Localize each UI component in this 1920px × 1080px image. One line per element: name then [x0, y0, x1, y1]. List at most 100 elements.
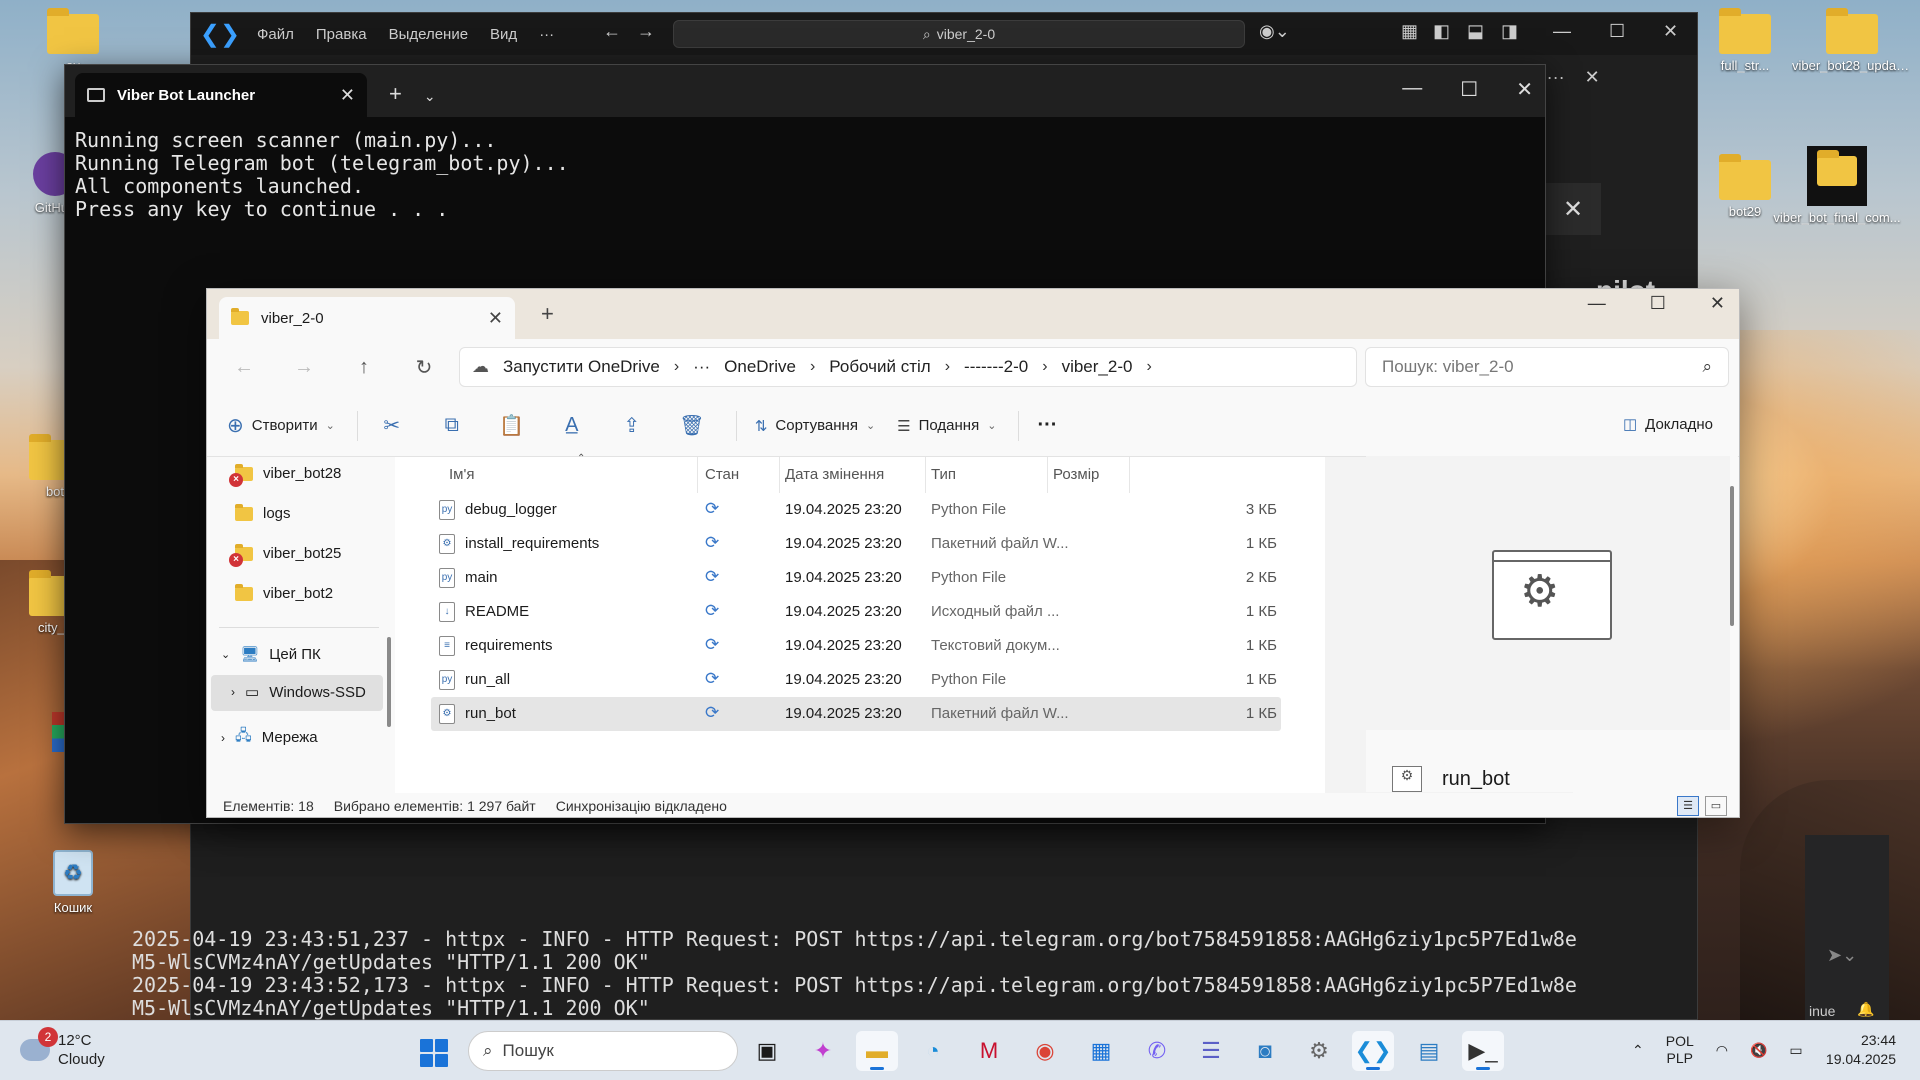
sidebar-item-viber-bot2[interactable]: viber_bot2	[235, 583, 333, 602]
search-input[interactable]: Пошук: viber_2-0 ⌕	[1365, 347, 1729, 387]
terminal-output[interactable]: Running screen scanner (main.py)... Runni…	[65, 117, 1545, 233]
forward-arrow-icon[interactable]: →	[281, 356, 327, 379]
explorer-tab[interactable]: viber_2-0 ✕	[219, 297, 515, 339]
more-options-button[interactable]: ···	[1037, 414, 1057, 437]
copilot-icon[interactable]: ◉⌄	[1259, 21, 1290, 42]
clock[interactable]: 23:44 19.04.2025	[1826, 1031, 1896, 1069]
view-button[interactable]: ☰ Подання ⌄	[897, 417, 996, 435]
close-icon[interactable]: ✕	[1710, 293, 1725, 314]
start-button[interactable]	[420, 1039, 448, 1067]
task-view-icon[interactable]: ▣	[746, 1031, 788, 1071]
scrollbar[interactable]	[387, 637, 391, 727]
chat-input-area[interactable]: ➤⌄ inue 🔔	[1805, 835, 1889, 1031]
paste-icon[interactable]: 📋	[496, 410, 528, 442]
column-status[interactable]: Стан	[705, 466, 739, 483]
copilot-app-icon[interactable]: ✦	[802, 1031, 844, 1071]
onedrive-launch-link[interactable]: Запустити OneDrive	[503, 357, 660, 377]
more-icon[interactable]: ···	[1547, 67, 1565, 88]
vscode-command-center[interactable]: ⌕ viber_2-0	[673, 20, 1245, 48]
navigation-pane[interactable]: × viber_bot28 logs × viber_bot25 viber_b…	[207, 457, 395, 793]
file-list[interactable]: Ім'я ⌃ Стан Дата змінення Тип Розмір py …	[395, 453, 1325, 793]
chevron-right-icon[interactable]: ›	[945, 358, 950, 376]
breadcrumb-desktop[interactable]: Робочий стіл	[829, 357, 930, 377]
tiles-view-icon[interactable]: ▭	[1705, 796, 1727, 816]
chevron-right-icon[interactable]: ›	[221, 731, 225, 745]
table-row[interactable]: py run_all ⟳ 19.04.2025 23:20 Python Fil…	[431, 663, 1281, 697]
scrollbar[interactable]	[1730, 486, 1734, 626]
weather-widget[interactable]: 2 12°C Cloudy	[20, 1027, 105, 1069]
menu-more[interactable]: ···	[539, 26, 554, 43]
rename-icon[interactable]: A̲	[556, 410, 588, 442]
sidebar-item-windows-ssd[interactable]: › ▭ Windows-SSD	[231, 683, 366, 702]
column-size[interactable]: Розмір	[1053, 466, 1099, 483]
wifi-icon[interactable]: ◠	[1716, 1042, 1728, 1059]
terminal-app-icon[interactable]: ▶_	[1462, 1031, 1504, 1071]
table-row[interactable]: py debug_logger ⟳ 19.04.2025 23:20 Pytho…	[431, 493, 1281, 527]
details-view-icon[interactable]: ☰	[1677, 796, 1699, 816]
breadcrumb-onedrive[interactable]: OneDrive	[724, 357, 796, 377]
speaker-muted-icon[interactable]: 🔇	[1750, 1042, 1767, 1059]
bell-icon[interactable]: 🔔	[1857, 1001, 1874, 1018]
table-row[interactable]: ⚙ install_requirements ⟳ 19.04.2025 23:2…	[431, 527, 1281, 561]
chevron-up-icon[interactable]: ⌃	[1632, 1042, 1644, 1059]
table-row-selected[interactable]: ⚙ run_bot ⟳ 19.04.2025 23:20 Пакетний фа…	[431, 697, 1281, 731]
chevron-down-icon[interactable]: ⌄	[424, 88, 436, 105]
breadcrumb[interactable]: ☁ Запустити OneDrive › ··· OneDrive › Ро…	[459, 347, 1357, 387]
maximize-icon[interactable]: ☐	[1650, 293, 1666, 314]
forward-arrow-icon[interactable]: →	[637, 21, 655, 42]
table-row[interactable]: ↓ README ⟳ 19.04.2025 23:20 Исходный фай…	[431, 595, 1281, 629]
copy-icon[interactable]: ⧉	[436, 410, 468, 442]
sidebar-item-viber-bot28[interactable]: × viber_bot28	[229, 463, 341, 487]
close-icon[interactable]: ✕	[1663, 21, 1678, 42]
chevron-right-icon[interactable]: ›	[1042, 358, 1047, 376]
details-pane-button[interactable]: ◫ Докладно	[1623, 415, 1713, 434]
close-icon[interactable]: ✕	[1516, 77, 1533, 102]
back-arrow-icon[interactable]: ←	[603, 21, 621, 42]
battery-icon[interactable]: ▭	[1789, 1042, 1802, 1059]
maximize-icon[interactable]: ☐	[1460, 77, 1478, 102]
new-tab-button[interactable]: +	[389, 81, 402, 107]
column-type[interactable]: Тип	[931, 466, 956, 483]
remote-app-icon[interactable]: ◙	[1244, 1031, 1286, 1071]
close-icon[interactable]: ✕	[1545, 183, 1601, 235]
menu-selection[interactable]: Выделение	[389, 26, 468, 43]
minimize-icon[interactable]: —	[1553, 21, 1571, 42]
toggle-panel-icon[interactable]: ⬓	[1467, 21, 1484, 42]
desktop-folder-full-str[interactable]: full_str...	[1700, 8, 1790, 73]
edge-app-icon[interactable]: ◔	[912, 1031, 954, 1071]
viber-app-icon[interactable]: ✆	[1136, 1031, 1178, 1071]
breadcrumb-2-0[interactable]: -------2-0	[964, 357, 1028, 377]
cut-icon[interactable]: ✂	[376, 410, 408, 442]
share-icon[interactable]: ⇪	[616, 410, 648, 442]
mcafee-app-icon[interactable]: M	[968, 1031, 1010, 1071]
language-indicator[interactable]: POL PLP	[1666, 1033, 1694, 1067]
desktop-recycle-bin[interactable]: ♻ Кошик	[28, 850, 118, 915]
sidebar-item-viber-bot25[interactable]: × viber_bot25	[229, 543, 341, 567]
notes-app-icon[interactable]: ☰	[1190, 1031, 1232, 1071]
sidebar-item-network[interactable]: › 🖧 Мережа	[221, 725, 318, 750]
back-arrow-icon[interactable]: ←	[221, 356, 267, 379]
menu-file[interactable]: Файл	[257, 26, 294, 43]
chevron-right-icon[interactable]: ›	[810, 358, 815, 376]
vscode-terminal-output[interactable]: 2025-04-19 23:43:51,237 - httpx - INFO -…	[132, 928, 1612, 1020]
minimize-icon[interactable]: —	[1402, 77, 1422, 102]
menu-edit[interactable]: Правка	[316, 26, 367, 43]
minimize-icon[interactable]: —	[1588, 293, 1606, 314]
chevron-down-icon[interactable]: ⌄	[221, 648, 230, 661]
menu-view[interactable]: Вид	[490, 26, 517, 43]
notepad-app-icon[interactable]: ▤	[1408, 1031, 1450, 1071]
close-tab-icon[interactable]: ✕	[488, 308, 503, 329]
close-tab-icon[interactable]: ✕	[340, 85, 355, 106]
create-button[interactable]: ⊕ Створити ⌄	[227, 413, 335, 438]
new-tab-button[interactable]: +	[541, 301, 554, 327]
breadcrumb-viber-2-0[interactable]: viber_2-0	[1062, 357, 1133, 377]
refresh-icon[interactable]: ↻	[401, 355, 447, 380]
taskbar-search[interactable]: ⌕ Пошук	[468, 1031, 738, 1071]
desktop-folder-viber-bot28-updated[interactable]: viber_bot28_updated	[1792, 8, 1912, 73]
table-row[interactable]: py main ⟳ 19.04.2025 23:20 Python File 2…	[431, 561, 1281, 595]
store-app-icon[interactable]: ▦	[1080, 1031, 1122, 1071]
layout-icon[interactable]: ▦	[1401, 21, 1418, 42]
toggle-secondary-sidebar-icon[interactable]: ◨	[1501, 21, 1518, 42]
breadcrumb-more[interactable]: ···	[693, 357, 710, 377]
settings-app-icon[interactable]: ⚙	[1298, 1031, 1340, 1071]
